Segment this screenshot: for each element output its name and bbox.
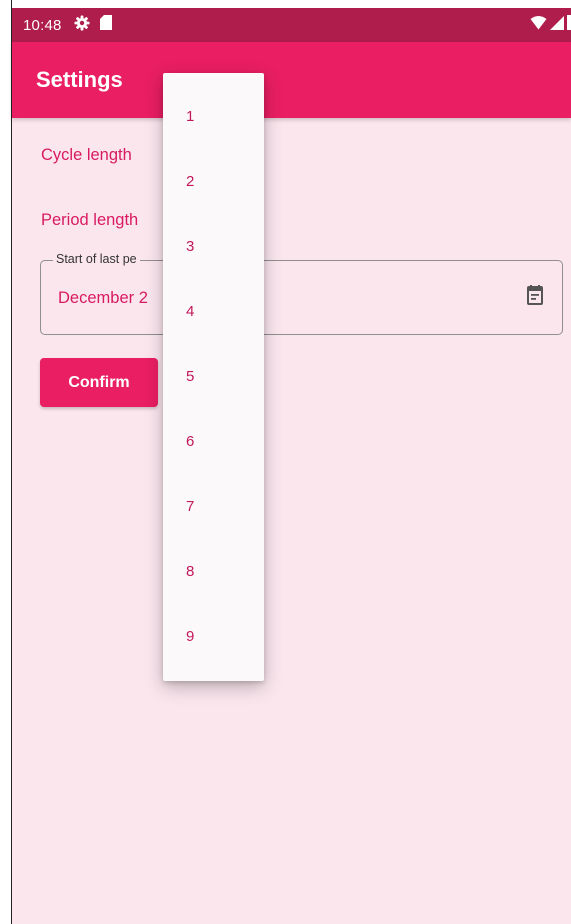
number-dropdown-menu: 1 2 3 4 5 6 7 8 9 bbox=[163, 73, 264, 681]
dropdown-option[interactable]: 1 bbox=[186, 108, 194, 125]
status-icons-right bbox=[530, 8, 571, 42]
calendar-icon[interactable] bbox=[527, 285, 543, 310]
dropdown-option[interactable]: 6 bbox=[186, 433, 194, 450]
dropdown-option[interactable]: 2 bbox=[186, 173, 194, 190]
dropdown-option[interactable]: 8 bbox=[186, 563, 194, 580]
status-bar: 10:48 bbox=[12, 8, 571, 42]
signal-icon bbox=[550, 15, 564, 35]
date-field-label: Start of last pe bbox=[53, 252, 140, 266]
app-bar: Settings bbox=[12, 42, 571, 118]
app-screen: 10:48 Settings Cycle length Period lengt… bbox=[12, 8, 571, 924]
battery-icon bbox=[567, 15, 571, 35]
status-time: 10:48 bbox=[23, 16, 62, 34]
last-period-date-field[interactable]: Start of last pe December 2 bbox=[40, 252, 563, 335]
dropdown-option[interactable]: 9 bbox=[186, 628, 194, 645]
settings-gear-icon bbox=[74, 15, 90, 36]
dropdown-option[interactable]: 4 bbox=[186, 303, 194, 320]
dropdown-option[interactable]: 7 bbox=[186, 498, 194, 515]
confirm-button[interactable]: Confirm bbox=[40, 358, 158, 407]
dropdown-option[interactable]: 3 bbox=[186, 238, 194, 255]
period-length-dropdown[interactable]: Period length bbox=[41, 211, 138, 230]
date-value: December 2 bbox=[58, 289, 148, 307]
wifi-icon bbox=[530, 15, 547, 35]
dropdown-option[interactable]: 5 bbox=[186, 368, 194, 385]
sd-card-icon bbox=[99, 15, 112, 35]
page-title: Settings bbox=[36, 67, 123, 92]
cycle-length-dropdown[interactable]: Cycle length bbox=[41, 146, 132, 165]
status-icons-left bbox=[74, 15, 112, 36]
